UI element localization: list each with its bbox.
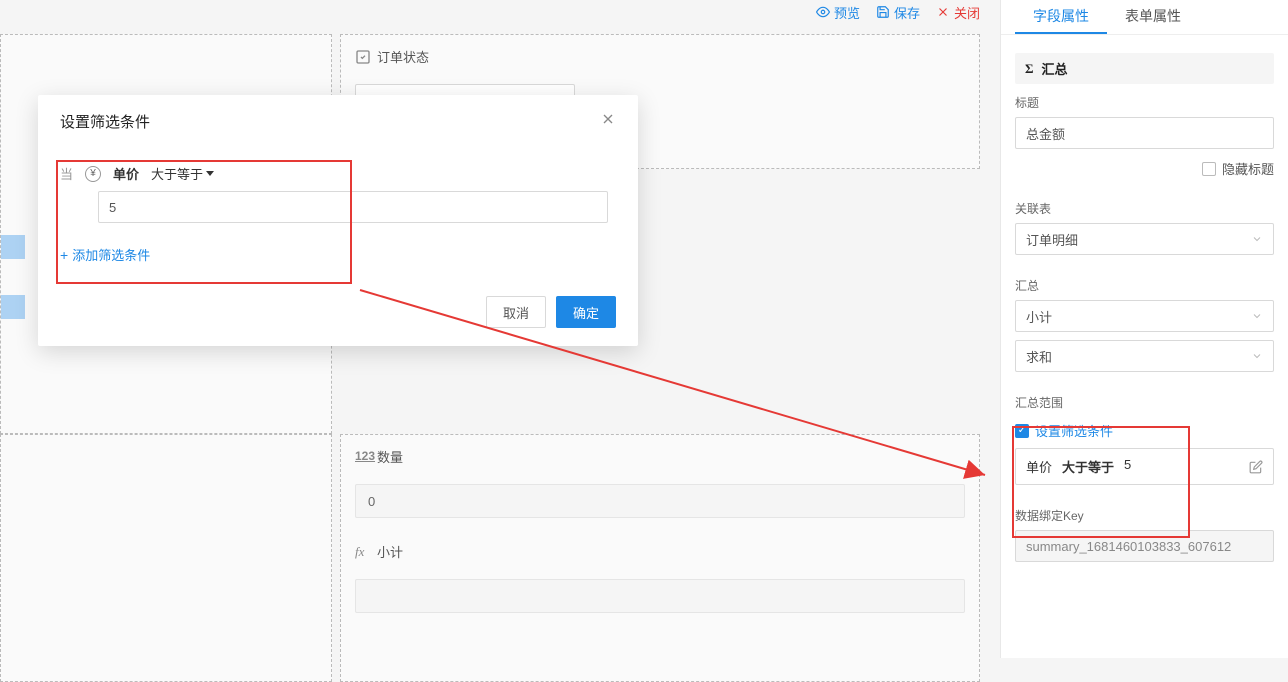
confirm-button[interactable]: 确定 [556,296,616,328]
condition-value-input[interactable]: 5 [98,191,608,223]
cancel-button[interactable]: 取消 [486,296,546,328]
modal-close-button[interactable] [600,111,616,132]
add-condition-button[interactable]: + 添加筛选条件 [60,245,616,264]
caret-down-icon [206,171,214,176]
condition-operator[interactable]: 大于等于 [151,164,214,183]
condition-when-label: 当 [60,164,73,183]
currency-icon: ¥ [85,166,101,182]
plus-icon: + [60,247,68,263]
filter-modal: 设置筛选条件 当 ¥ 单价 大于等于 5 + 添加筛选条件 取消 确定 [38,95,638,346]
condition-field[interactable]: 单价 [113,164,139,183]
close-icon [600,111,616,127]
condition-row: 当 ¥ 单价 大于等于 [60,154,616,191]
modal-title: 设置筛选条件 [60,111,150,132]
